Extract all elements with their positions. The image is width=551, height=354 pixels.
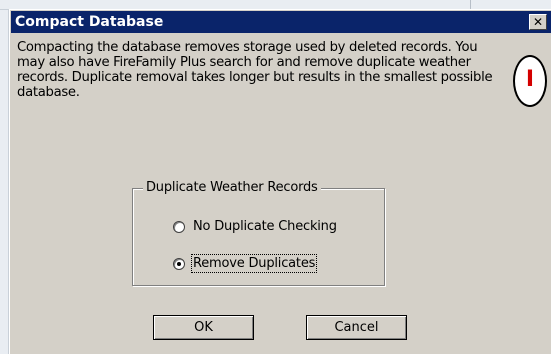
radio-no-duplicate-checking[interactable] (173, 220, 185, 233)
dialog-title: Compact Database (15, 14, 164, 30)
close-icon: ✕ (532, 15, 544, 29)
cancel-button[interactable]: Cancel (306, 315, 407, 340)
radio-selected-dot (177, 261, 181, 266)
dialog-description: Compacting the database removes storage … (17, 40, 493, 100)
close-button[interactable]: ✕ (529, 14, 547, 30)
radio-label-remove-duplicates: Remove Duplicates (190, 254, 318, 273)
callout-marker: I (513, 55, 547, 107)
option-no-duplicate-checking[interactable]: No Duplicate Checking (173, 219, 337, 234)
title-bar[interactable]: Compact Database ✕ (11, 11, 551, 33)
compact-database-dialog: Compact Database ✕ Compacting the databa… (9, 9, 551, 354)
callout-label: I (525, 67, 535, 92)
group-legend: Duplicate Weather Records (143, 180, 321, 195)
radio-label-no-duplicate-checking: No Duplicate Checking (193, 219, 337, 234)
radio-remove-duplicates[interactable] (173, 257, 185, 270)
background-window-edge (0, 10, 9, 354)
ok-button[interactable]: OK (153, 315, 254, 340)
option-remove-duplicates[interactable]: Remove Duplicates (173, 254, 318, 273)
duplicate-weather-records-group: Duplicate Weather Records No Duplicate C… (132, 180, 385, 286)
